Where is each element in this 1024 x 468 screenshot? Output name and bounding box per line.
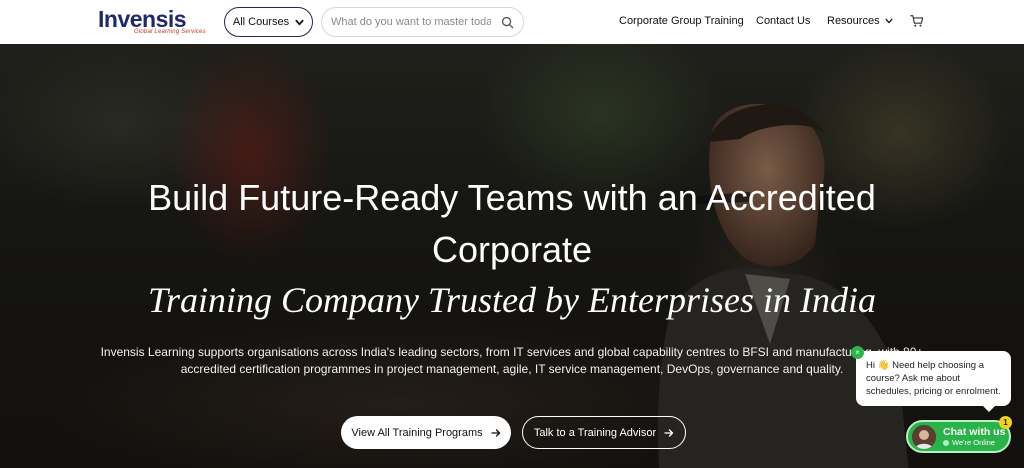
arrow-right-icon — [490, 428, 500, 437]
search-input[interactable] — [331, 16, 491, 28]
chat-title: Chat with us — [943, 425, 1006, 438]
close-icon[interactable]: × — [851, 346, 864, 359]
hero-headline-line2: Corporate — [431, 229, 593, 270]
agent-avatar — [912, 424, 936, 449]
talk-to-advisor-label: Talk to a Training Advisor — [533, 426, 657, 439]
logo-wordmark: Invensis — [98, 6, 187, 32]
all-courses-label: All Courses — [232, 16, 290, 28]
view-all-programs-label: View All Training Programs — [351, 426, 483, 439]
search-box — [321, 7, 524, 37]
chat-status-label: We're Online — [952, 437, 995, 447]
nav-resources[interactable]: Resources — [827, 15, 893, 27]
nav-resources-label: Resources — [827, 15, 880, 27]
invensis-logo[interactable]: Invensis Global Learning Services — [98, 7, 206, 37]
agent-avatar-image — [912, 424, 936, 449]
notification-badge: 1 — [999, 416, 1012, 429]
all-courses-button[interactable]: All Courses — [224, 7, 313, 37]
online-status-icon — [943, 439, 949, 446]
cart-icon[interactable] — [910, 14, 924, 28]
hero-headline-serif: Training Company Trusted by Enterprises … — [147, 280, 877, 320]
nav-contact-us[interactable]: Contact Us — [756, 15, 810, 27]
site-header: Invensis Global Learning Services All Co… — [0, 0, 1024, 44]
chat-message-bubble[interactable]: Hi 👋 Need help choosing a course? Ask me… — [856, 351, 1011, 412]
view-all-programs-button[interactable]: View All Training Programs — [341, 416, 511, 449]
search-icon[interactable] — [501, 16, 514, 29]
hero-description: Invensis Learning supports organisations… — [100, 345, 924, 376]
chevron-down-icon — [295, 19, 304, 25]
chevron-down-icon — [885, 18, 893, 24]
chat-with-us-button[interactable]: Chat with us We're Online — [906, 420, 1011, 453]
arrow-right-icon — [664, 428, 674, 437]
nav-corporate-group-training[interactable]: Corporate Group Training — [619, 15, 744, 27]
logo-tagline: Global Learning Services — [134, 29, 206, 35]
chat-status: We're Online — [943, 438, 1005, 448]
talk-to-advisor-button[interactable]: Talk to a Training Advisor — [522, 416, 686, 449]
chat-button-text: Chat with us We're Online — [943, 426, 1005, 448]
hero-headline-line1: Build Future-Ready Teams with an Accredi… — [148, 177, 876, 218]
